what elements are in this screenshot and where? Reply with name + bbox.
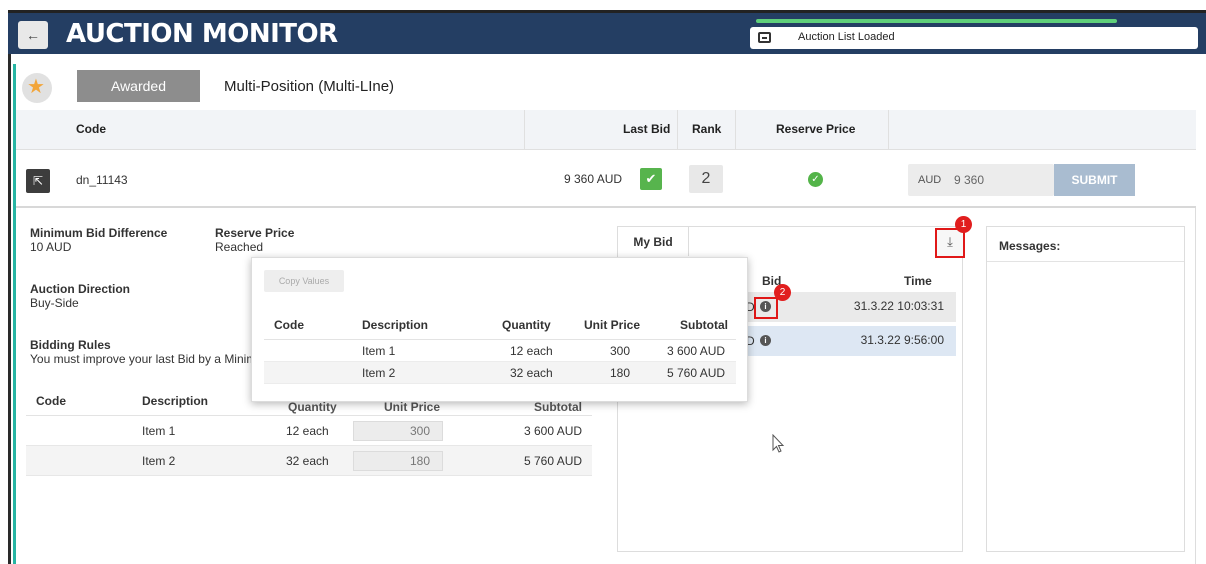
messages-panel: Messages: [986,226,1185,552]
favorite-button[interactable]: ★ [22,73,52,103]
positions-table-header: Code Last Bid Rank Reserve Price [16,110,1196,150]
bid-amount-input[interactable]: AUD 9 360 [908,164,1054,196]
status-area: Auction List Loaded [750,19,1198,49]
popup-header-quantity: Quantity [502,318,551,332]
status-badge: Awarded [77,70,200,102]
popup-header-subtotal: Subtotal [680,318,728,332]
popup-item-quantity: 32 each [510,366,553,380]
items-header-unit-price: Unit Price [384,400,441,414]
bidding-rules-label: Bidding Rules [30,338,111,352]
submit-button[interactable]: SUBMIT [1054,164,1135,196]
popup-header-description: Description [362,318,429,332]
popup-item-subtotal: 3 600 AUD [667,344,726,358]
status-text: Auction List Loaded [798,31,895,43]
items-header-quantity: Quantity [288,400,337,414]
column-header-code: Code [76,122,106,136]
app-window: ← AUCTION MONITOR Auction List Loaded ★ … [0,0,1206,564]
bid-history-row: D i 31.3.22 9:56:00 [746,326,956,356]
item-description: Item 1 [142,424,176,438]
popup-header-unit-price: Unit Price [584,318,641,332]
unit-price-field[interactable]: 300 [353,421,443,441]
annotation-badge: 1 [955,216,972,233]
expand-row-button[interactable]: ⇱ [26,169,50,193]
column-divider [888,110,889,150]
column-header-reserve-price: Reserve Price [776,122,856,136]
auction-direction-label: Auction Direction [30,282,131,296]
mouse-pointer-icon [772,434,785,453]
column-header-last-bid: Last Bid [623,122,671,136]
star-icon: ★ [27,76,45,98]
min-bid-difference-label: Minimum Bid Difference [30,226,168,240]
unit-price-field[interactable]: 180 [353,451,443,471]
tab-my-bid[interactable]: My Bid [617,226,689,256]
column-divider [677,110,678,150]
bid-details-popup: Copy Values Code Description Quantity Un… [251,257,748,402]
page-title: AUCTION MONITOR [66,19,338,49]
reserve-price-value: Reached [215,240,264,254]
annotation-badge: 2 [774,284,791,301]
bid-amount-value: 9 360 [954,173,985,187]
status-progress-bar [756,19,1117,23]
bidding-rules-value: You must improve your last Bid by a Mini… [30,352,257,366]
messages-title: Messages: [999,239,1061,253]
bids-header-time: Time [904,274,932,288]
reserve-price-label: Reserve Price [215,226,295,240]
auction-type-label: Multi-Position (Multi-LIne) [224,78,395,95]
popup-item-unit-price: 300 [610,344,631,358]
bid-time: 31.3.22 10:03:31 [853,299,944,313]
checkmark-icon: ✔ [640,168,662,190]
popup-item-description: Item 2 [362,366,396,380]
check-circle-icon: ✓ [808,172,823,187]
items-header-description: Description [142,394,209,408]
table-row: Item 2 32 each 180 5 760 AUD [26,446,592,476]
copy-values-button[interactable]: Copy Values [264,270,344,292]
left-edge-bar [8,54,11,564]
download-icon: ⤓ [947,234,953,249]
item-subtotal: 3 600 AUD [524,424,583,438]
popup-item-quantity: 12 each [510,344,553,358]
popup-item-description: Item 1 [362,344,396,358]
auction-direction-value: Buy-Side [30,296,79,310]
item-subtotal: 5 760 AUD [524,454,583,468]
position-code: dn_11143 [76,173,128,187]
item-description: Item 2 [142,454,176,468]
column-header-rank: Rank [692,122,722,136]
header-bar: ← AUCTION MONITOR Auction List Loaded [8,10,1206,54]
column-divider [524,110,525,150]
items-header-subtotal: Subtotal [534,400,582,414]
back-button[interactable]: ← [18,21,48,49]
min-bid-difference-value: 10 AUD [30,240,72,254]
items-header-code: Code [36,394,66,408]
table-row: Item 1 12 each 300 3 600 AUD [264,340,736,362]
item-quantity: 12 each [286,424,329,438]
info-icon-highlight [754,297,778,319]
popup-header-code: Code [274,318,304,332]
popup-table-header: Code Description Quantity Unit Price Sub… [264,308,736,340]
rank-value: 2 [689,165,723,193]
bid-currency-label: AUD [918,174,942,186]
auction-top-bar: ★ Awarded Multi-Position (Multi-LIne) [16,64,1196,110]
status-box: Auction List Loaded [750,27,1198,49]
popup-item-unit-price: 180 [610,366,631,380]
position-row: ⇱ dn_11143 9 360 AUD ✔ 2 ✓ AUD 9 360 SUB… [16,150,1196,208]
popup-item-subtotal: 5 760 AUD [667,366,726,380]
item-quantity: 32 each [286,454,329,468]
last-bid-value: 9 360 AUD [564,172,623,186]
arrow-left-icon: ← [26,27,40,43]
table-row: Item 2 32 each 180 5 760 AUD [264,362,736,384]
table-row: Item 1 12 each 300 3 600 AUD [26,416,592,446]
messages-divider [987,261,1184,262]
info-icon[interactable]: i [760,335,771,346]
bid-time: 31.3.22 9:56:00 [860,333,944,347]
inbox-icon [758,32,771,43]
expand-arrow-icon: ⇱ [32,174,44,188]
column-divider [735,110,736,150]
